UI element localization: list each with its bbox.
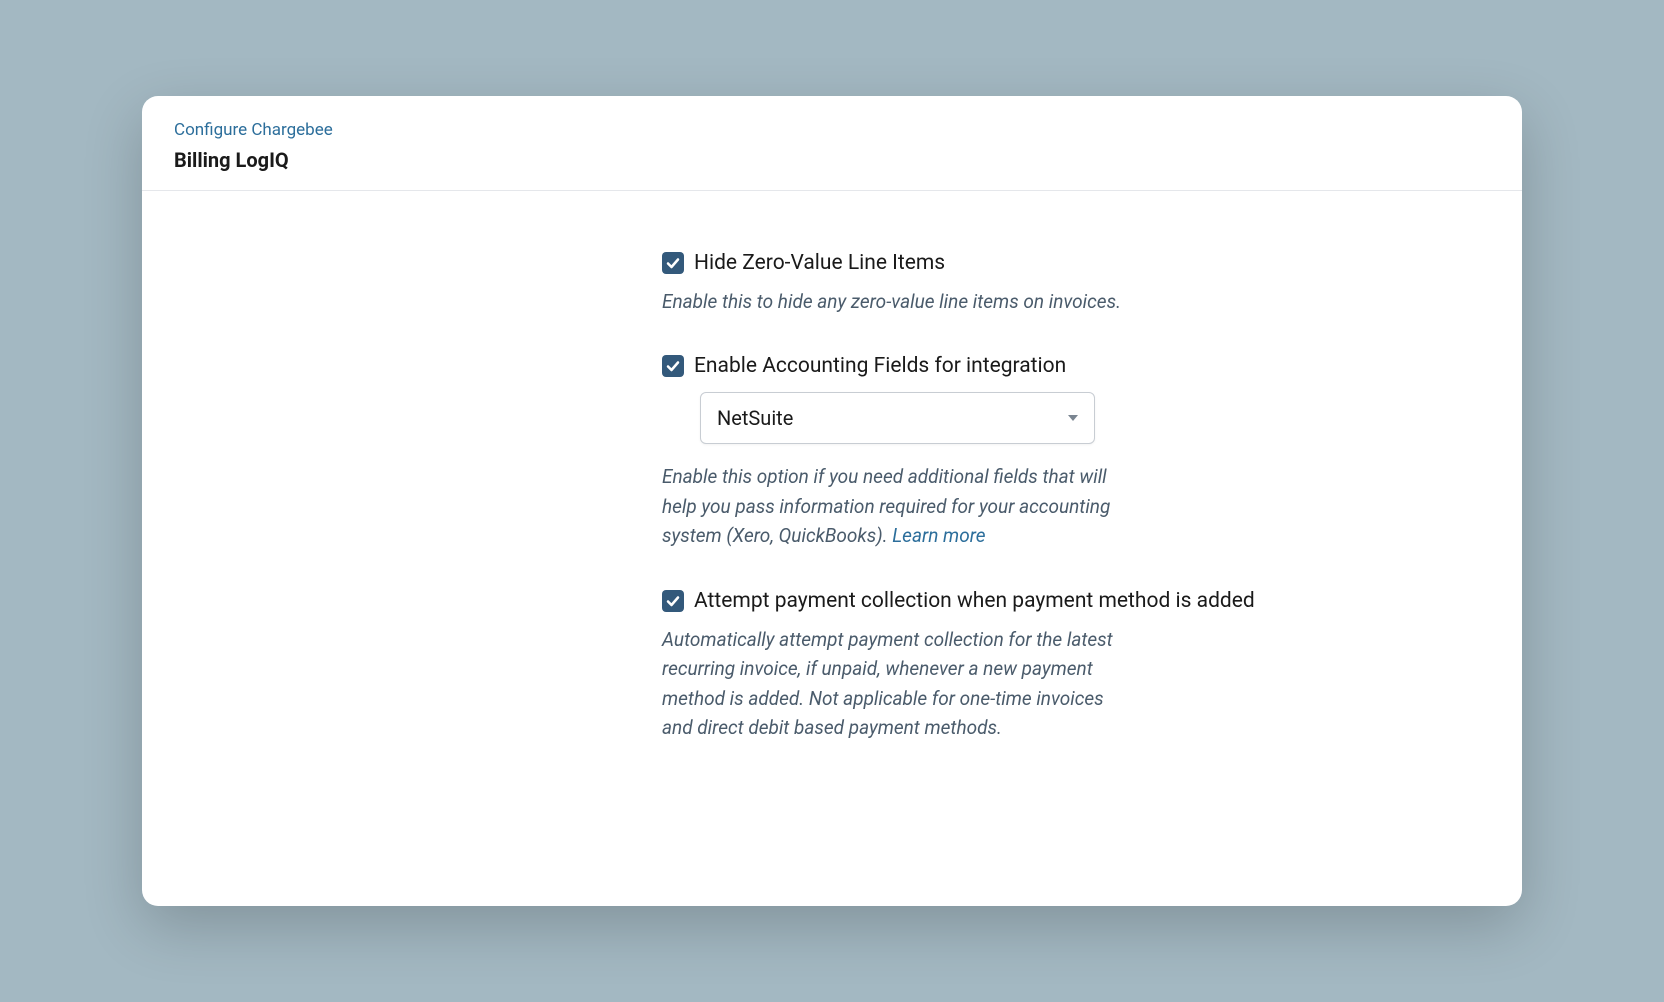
accounting-fields-description-text: Enable this option if you need additiona… [662,465,1110,547]
page-title: Billing LogIQ [174,148,1490,172]
setting-attempt-payment: Attempt payment collection when payment … [662,589,1482,743]
accounting-fields-description: Enable this option if you need additiona… [662,462,1122,550]
hide-zero-value-description: Enable this to hide any zero-value line … [662,287,1122,316]
check-icon [665,255,681,271]
content-area: Hide Zero-Value Line Items Enable this t… [142,191,1522,821]
check-icon [665,358,681,374]
learn-more-link[interactable]: Learn more [892,521,985,550]
integration-select-value: NetSuite [717,406,793,430]
hide-zero-value-label: Hide Zero-Value Line Items [694,251,945,275]
checkbox-row: Attempt payment collection when payment … [662,589,1482,613]
check-icon [665,593,681,609]
attempt-payment-checkbox[interactable] [662,590,684,612]
chevron-down-icon [1068,415,1078,421]
header: Configure Chargebee Billing LogIQ [142,96,1522,191]
accounting-fields-label: Enable Accounting Fields for integration [694,354,1066,378]
attempt-payment-label: Attempt payment collection when payment … [694,589,1255,613]
checkbox-row: Hide Zero-Value Line Items [662,251,1482,275]
setting-accounting-fields: Enable Accounting Fields for integration… [662,354,1482,550]
accounting-fields-checkbox[interactable] [662,355,684,377]
breadcrumb[interactable]: Configure Chargebee [174,120,1490,140]
integration-select[interactable]: NetSuite [700,392,1095,444]
checkbox-row: Enable Accounting Fields for integration [662,354,1482,378]
hide-zero-value-checkbox[interactable] [662,252,684,274]
settings-window: Configure Chargebee Billing LogIQ Hide Z… [142,96,1522,906]
integration-select-wrapper: NetSuite [700,392,1482,444]
setting-hide-zero-value: Hide Zero-Value Line Items Enable this t… [662,251,1482,316]
attempt-payment-description: Automatically attempt payment collection… [662,625,1122,743]
